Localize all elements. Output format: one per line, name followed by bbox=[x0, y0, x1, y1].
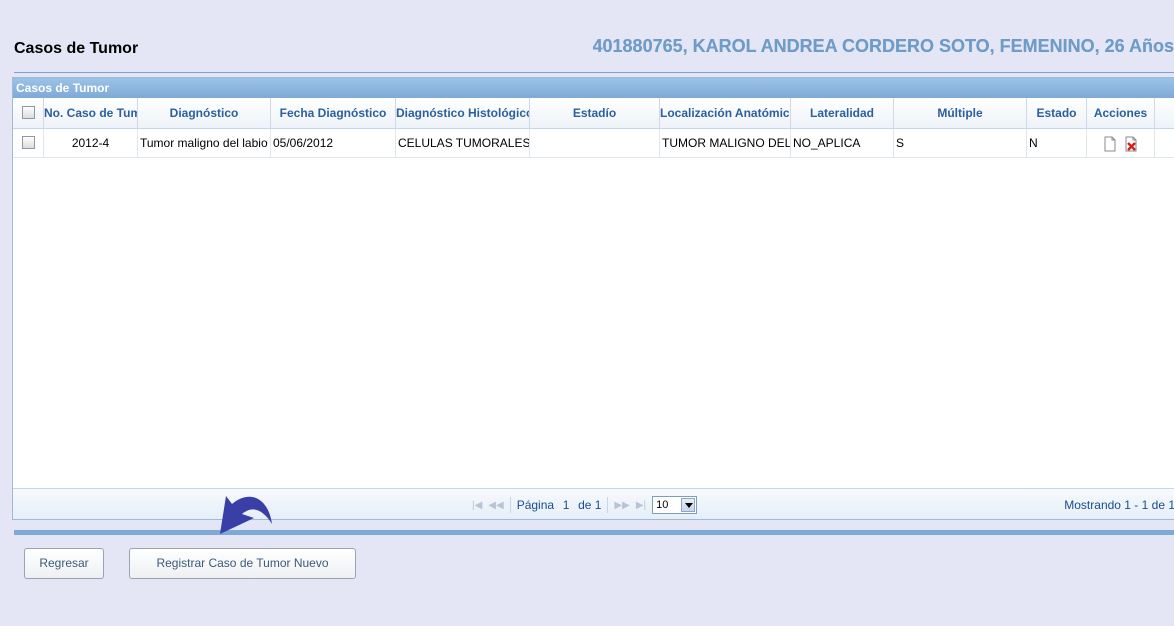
cell-status: N bbox=[1027, 129, 1087, 157]
cell-diagnosis: Tumor maligno del labio bbox=[138, 129, 271, 157]
delete-document-icon[interactable] bbox=[1123, 136, 1139, 152]
column-header-laterality[interactable]: Lateralidad bbox=[791, 98, 894, 128]
page-size-select[interactable]: 10 bbox=[652, 496, 698, 514]
page-number-input[interactable]: 1 bbox=[560, 498, 572, 512]
page-title: Casos de Tumor bbox=[14, 40, 139, 57]
cell-multiple: S bbox=[894, 129, 1027, 157]
cell-histology: CELULAS TUMORALES bbox=[396, 129, 530, 157]
patient-info: 401880765, KAROL ANDREA CORDERO SOTO, FE… bbox=[592, 36, 1174, 56]
last-page-icon[interactable]: ▶| bbox=[636, 500, 646, 511]
row-checkbox[interactable] bbox=[21, 136, 35, 150]
first-page-icon[interactable]: |◀ bbox=[472, 500, 482, 511]
tumor-cases-grid: Casos de Tumor No. Caso de Tumor Diagnós… bbox=[12, 77, 1174, 520]
back-button[interactable]: Regresar bbox=[24, 548, 104, 579]
cell-actions bbox=[1087, 129, 1155, 157]
grid-header: No. Caso de Tumor Diagnóstico Fecha Diag… bbox=[13, 98, 1174, 129]
cell-date: 05/06/2012 bbox=[271, 129, 396, 157]
column-header-stage[interactable]: Estadío bbox=[530, 98, 660, 128]
view-document-icon[interactable] bbox=[1102, 136, 1118, 152]
page-header: Casos de Tumor 401880765, KAROL ANDREA C… bbox=[14, 36, 1174, 73]
select-all-checkbox-cell bbox=[13, 98, 44, 128]
grid-footer: |◀ ◀◀ Página 1 de 1 ▶▶ ▶| 10 Mostrando 1… bbox=[13, 488, 1174, 519]
bottom-divider bbox=[14, 530, 1174, 535]
register-new-case-button[interactable]: Registrar Caso de Tumor Nuevo bbox=[129, 548, 356, 579]
cell-case-no: 2012-4 bbox=[44, 129, 138, 157]
page-total-label: de 1 bbox=[578, 498, 602, 512]
table-row[interactable]: 2012-4 Tumor maligno del labio 05/06/201… bbox=[13, 129, 1174, 158]
chevron-down-icon[interactable] bbox=[681, 498, 696, 512]
select-all-checkbox[interactable] bbox=[21, 106, 35, 120]
column-header-location[interactable]: Localización Anatómica bbox=[660, 98, 791, 128]
page-label: Página bbox=[516, 498, 555, 512]
pager-separator bbox=[509, 497, 511, 513]
curved-arrow-icon bbox=[220, 496, 272, 534]
column-header-status[interactable]: Estado bbox=[1027, 98, 1087, 128]
next-page-icon[interactable]: ▶▶ bbox=[614, 500, 629, 511]
column-header-histology[interactable]: Diagnóstico Histológico bbox=[396, 98, 530, 128]
pager: |◀ ◀◀ Página 1 de 1 ▶▶ ▶| 10 bbox=[472, 496, 698, 514]
column-header-case-no[interactable]: No. Caso de Tumor bbox=[44, 98, 138, 128]
grid-caption: Casos de Tumor bbox=[13, 78, 1174, 98]
column-header-date[interactable]: Fecha Diagnóstico bbox=[271, 98, 396, 128]
pager-separator bbox=[607, 497, 609, 513]
record-info: Mostrando 1 - 1 de 1 bbox=[1064, 498, 1174, 512]
cell-location: TUMOR MALIGNO DEL bbox=[660, 129, 791, 157]
page-size-value: 10 bbox=[656, 499, 669, 511]
cell-laterality: NO_APLICA bbox=[791, 129, 894, 157]
prev-page-icon[interactable]: ◀◀ bbox=[488, 500, 503, 511]
row-checkbox-cell bbox=[13, 129, 44, 157]
cell-stage bbox=[530, 129, 660, 157]
column-header-diagnosis[interactable]: Diagnóstico bbox=[138, 98, 271, 128]
column-header-actions: Acciones bbox=[1087, 98, 1155, 128]
column-header-multiple[interactable]: Múltiple bbox=[894, 98, 1027, 128]
